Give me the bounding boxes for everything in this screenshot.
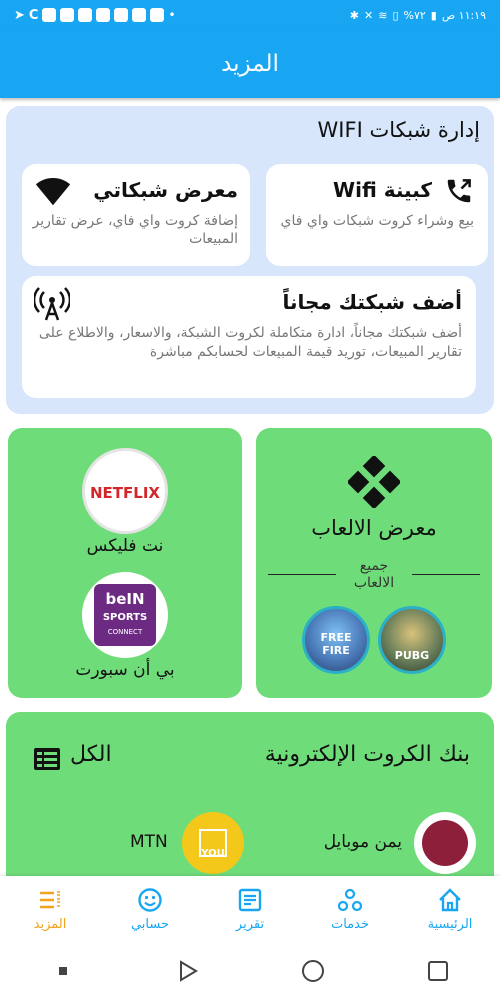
home-circle-icon: [301, 960, 324, 982]
nav-services-label: خدمات: [330, 916, 370, 932]
nav-report[interactable]: تقرير: [200, 876, 300, 942]
telegram-icon: ➤: [14, 7, 25, 23]
notification-icon: [60, 8, 75, 22]
sim-icon: ▯: [392, 8, 399, 22]
nav-home[interactable]: الرئيسية: [400, 876, 500, 942]
all-games-label-line2: الالعاب: [353, 575, 395, 591]
status-indicators: ✱ ✕ ≋ ▯ %٧٢ ▮ ١١:١٩ ص: [350, 9, 486, 22]
nav-account[interactable]: حسابي: [100, 876, 200, 942]
yemen-mobile-logo[interactable]: [414, 812, 476, 874]
list-icon[interactable]: [34, 748, 60, 770]
bluetooth-icon: ✱: [349, 8, 360, 22]
nav-account-label: حسابي: [130, 916, 170, 932]
wifi-section-heading: إدارة شبكات WIFI: [317, 118, 480, 142]
report-icon: [238, 888, 262, 911]
bein-label[interactable]: بي أن سبورت: [8, 660, 242, 680]
add-network-description: أضف شبكتك مجاناً، ادارة متكاملة لكروت ال…: [38, 325, 462, 360]
bein-logo-badge: beIN SPORTS CONNECT: [94, 584, 156, 646]
pubg-game[interactable]: PUBG: [378, 606, 446, 674]
gamepad-icon: [348, 456, 400, 508]
bein-logo-text: beIN: [105, 590, 145, 608]
add-network-title: أضف شبكتك مجاناً: [282, 290, 462, 314]
more-icon: [40, 890, 60, 908]
add-network-tile[interactable]: أضف شبكتك مجاناً أضف شبكتك مجاناً، ادارة…: [22, 276, 476, 398]
notification-icon: [78, 8, 93, 22]
nav-report-label: تقرير: [235, 916, 265, 932]
mute-icon: ✕: [364, 8, 374, 22]
all-games-label-line1: جميع: [359, 558, 389, 574]
freefire-game[interactable]: FREE FIRE: [302, 606, 370, 674]
bein-logo-connect: CONNECT: [107, 628, 143, 636]
my-networks-title: معرض شبكاتي: [93, 178, 238, 202]
notification-icon: [42, 8, 57, 22]
wifi-cabinet-tile[interactable]: كبينة Wifi بيع وشراء كروت شبكات واي فاي: [266, 164, 488, 266]
freefire-logo-text: FREE FIRE: [320, 631, 352, 657]
my-networks-tile[interactable]: معرض شبكاتي إضافة كروت واي فاي، عرض تقار…: [22, 164, 250, 266]
nav-more[interactable]: المزيد: [0, 876, 100, 942]
clock: ١١:١٩ ص: [441, 8, 486, 22]
back-button[interactable]: [175, 958, 201, 984]
nav-more-label: المزيد: [33, 916, 67, 932]
yemen-mobile-label[interactable]: يمن موبايل: [324, 832, 402, 852]
netflix-logo[interactable]: NETFLIX: [82, 448, 168, 534]
wifi-cabinet-title: كبينة Wifi: [333, 178, 432, 202]
services-icon: [337, 888, 363, 911]
more-notifications-icon: •: [168, 8, 176, 22]
back-triangle-icon: [179, 960, 198, 982]
recents-button[interactable]: [425, 958, 451, 984]
home-icon: [439, 887, 461, 911]
nav-home-label: الرئيسية: [427, 916, 473, 932]
pubg-logo-text: PUBG: [394, 649, 430, 662]
yemen-mobile-emblem: [422, 820, 468, 866]
mtn-logo-text: YOU: [201, 848, 225, 859]
wifi-management-card: إدارة شبكات WIFI كبينة Wifi بيع وشراء كر…: [6, 106, 494, 414]
wifi-icon: [35, 177, 71, 206]
notification-icon: [150, 8, 165, 22]
nav-services[interactable]: خدمات: [300, 876, 400, 942]
app-header: المزيد: [0, 30, 500, 98]
status-bar: ➤ C • ✱ ✕ ≋ ▯ %٧٢ ▮ ١١:١٩ ص: [0, 0, 500, 30]
notification-icon: [114, 8, 129, 22]
recents-square-icon: [427, 961, 448, 981]
mtn-logo[interactable]: YOU: [182, 812, 244, 874]
cards-bank-title: بنك الكروت الإلكترونية: [264, 742, 470, 767]
bottom-navigation: الرئيسية خدمات تقرير حسابي المزيد: [0, 876, 500, 942]
sync-icon: C: [28, 7, 39, 23]
notification-icon: [132, 8, 147, 22]
bein-logo-sports: SPORTS: [102, 612, 148, 623]
games-gallery-card[interactable]: معرض الالعاب جميع الالعاب PUBG FREE FIRE: [256, 428, 492, 698]
phone-call-icon: [447, 179, 471, 203]
menu-dot-button[interactable]: [50, 958, 76, 984]
home-button[interactable]: [300, 958, 326, 984]
antenna-icon: [34, 287, 70, 321]
netflix-label[interactable]: نت فليكس: [8, 536, 242, 556]
bein-logo[interactable]: beIN SPORTS CONNECT: [82, 572, 168, 658]
status-notifications: ➤ C •: [14, 8, 176, 23]
all-games-link[interactable]: جميع الالعاب: [336, 558, 412, 592]
my-networks-description: إضافة كروت واي فاي، عرض تقارير المبيعات: [32, 213, 239, 247]
cards-bank-card: بنك الكروت الإلكترونية الكل يمن موبايل Y…: [6, 712, 494, 876]
page-title: المزيد: [221, 51, 279, 77]
battery-percent: %٧٢: [403, 8, 426, 22]
streaming-card: NETFLIX نت فليكس beIN SPORTS CONNECT بي …: [8, 428, 242, 698]
cards-bank-all-link[interactable]: الكل: [70, 742, 112, 767]
netflix-logo-text: NETFLIX: [90, 484, 160, 502]
notification-icon: [96, 8, 111, 22]
wifi-status-icon: ≋: [378, 8, 388, 22]
battery-icon: ▮: [430, 8, 437, 22]
wifi-cabinet-description: بيع وشراء كروت شبكات واي فاي: [280, 213, 475, 229]
system-navigation-bar: [0, 942, 500, 1000]
games-title: معرض الالعاب: [311, 516, 437, 540]
account-icon: [138, 887, 162, 912]
mtn-label[interactable]: MTN: [130, 832, 168, 852]
dot-icon: [58, 967, 67, 975]
